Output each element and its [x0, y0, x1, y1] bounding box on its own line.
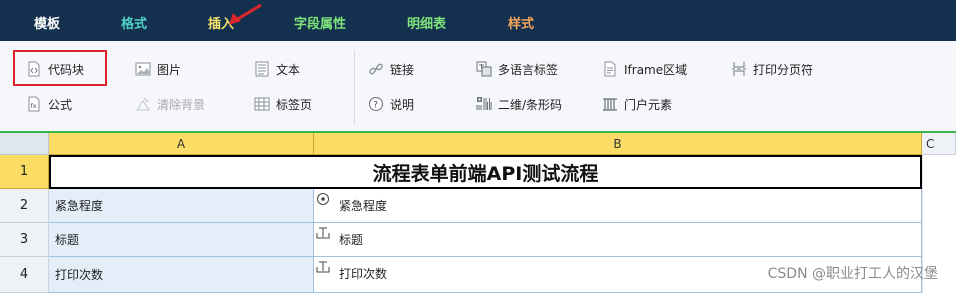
row-header-3[interactable]: 3 [0, 223, 49, 257]
field-cell-title[interactable]: 标题 [314, 223, 922, 257]
label-cell-title[interactable]: 标题 [49, 223, 314, 257]
text-icon [254, 61, 270, 77]
tab-page-label: 标签页 [276, 97, 313, 112]
image-icon [135, 61, 151, 77]
red-arrow-annotation-icon [229, 3, 262, 25]
help-icon: ? [368, 96, 384, 112]
insert-iframe-button[interactable]: Iframe区域 [602, 58, 687, 80]
clear-background-label: 清除背景 [157, 97, 206, 112]
page-break-icon [731, 61, 747, 77]
row-header-4[interactable]: 4 [0, 257, 49, 293]
insert-qrcode-button[interactable]: 二维/条形码 [476, 93, 562, 115]
insert-help-button[interactable]: ? 说明 [368, 93, 414, 115]
tab-detail-table[interactable]: 明细表 [407, 13, 446, 32]
text-field-icon [316, 261, 330, 273]
insert-formula-button[interactable]: fx 公式 [26, 93, 72, 115]
insert-page-break-button[interactable]: 打印分页符 [731, 58, 813, 80]
link-icon [368, 61, 384, 77]
insert-portal-element-button[interactable]: 门户元素 [602, 93, 672, 115]
menu-bar: 模板 格式 插入 字段属性 明细表 样式 [0, 0, 956, 41]
row-header-1[interactable]: 1 [0, 155, 49, 189]
qrcode-label: 二维/条形码 [498, 97, 563, 112]
field-cell-urgency[interactable]: 紧急程度 [314, 189, 922, 223]
page-break-label: 打印分页符 [753, 62, 814, 77]
image-label: 图片 [157, 62, 182, 77]
clear-background-icon [135, 96, 151, 112]
text-label: 文本 [276, 62, 301, 77]
iframe-label: Iframe区域 [624, 62, 688, 77]
field-value-title: 标题 [339, 233, 364, 247]
field-value-urgency: 紧急程度 [339, 199, 388, 213]
tab-format[interactable]: 格式 [121, 13, 147, 32]
insert-link-button[interactable]: 链接 [368, 58, 414, 80]
clear-background-button[interactable]: 清除背景 [135, 93, 205, 115]
insert-image-button[interactable]: 图片 [135, 58, 181, 80]
link-label: 链接 [390, 62, 415, 77]
insert-tab-page-button[interactable]: 标签页 [254, 93, 312, 115]
tab-style[interactable]: 样式 [508, 13, 534, 32]
formula-icon: fx [26, 96, 42, 112]
insert-multilanguage-label-button[interactable]: 多语言标签 [476, 58, 558, 80]
insert-code-block-button[interactable]: 代码块 [26, 58, 84, 80]
grid-corner[interactable] [0, 133, 49, 155]
code-block-label: 代码块 [48, 62, 85, 77]
help-label: 说明 [390, 97, 415, 112]
row-header-2[interactable]: 2 [0, 189, 49, 223]
qrcode-icon [476, 96, 492, 112]
form-title-cell[interactable]: 流程表单前端API测试流程 [49, 155, 922, 189]
text-field-icon [316, 227, 330, 239]
multilanguage-label: 多语言标签 [498, 62, 559, 77]
radio-field-icon [317, 193, 329, 205]
insert-text-button[interactable]: 文本 [254, 58, 300, 80]
portal-element-label: 门户元素 [624, 97, 673, 112]
svg-text:?: ? [373, 101, 378, 111]
column-header-c[interactable]: C [922, 133, 956, 155]
tab-field-properties[interactable]: 字段属性 [294, 13, 346, 32]
column-header-a[interactable]: A [49, 133, 314, 155]
label-cell-print-count[interactable]: 打印次数 [49, 257, 314, 293]
column-header-b[interactable]: B [314, 133, 922, 155]
insert-ribbon [0, 41, 956, 131]
svg-text:fx: fx [31, 102, 37, 110]
formula-label: 公式 [48, 97, 73, 112]
tab-template[interactable]: 模板 [34, 13, 60, 32]
field-value-print-count: 打印次数 [339, 267, 388, 281]
ribbon-divider [354, 50, 355, 124]
watermark: CSDN @职业打工人的汉堡 [767, 266, 938, 282]
label-cell-urgency[interactable]: 紧急程度 [49, 189, 314, 223]
portal-icon [602, 96, 618, 112]
tab-page-icon [254, 96, 270, 112]
code-icon [26, 61, 42, 77]
multilanguage-icon [476, 61, 492, 77]
iframe-icon [602, 61, 618, 77]
